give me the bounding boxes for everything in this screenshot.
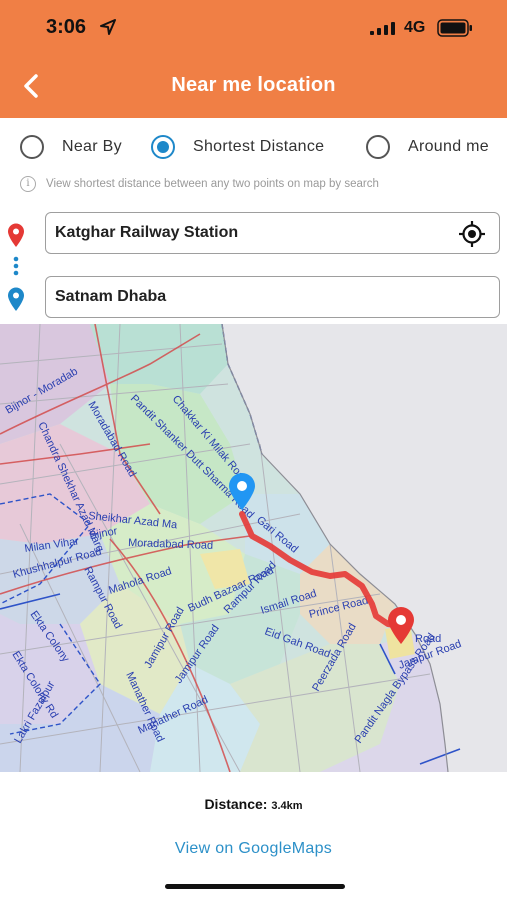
view-on-googlemaps-link[interactable]: View on GoogleMaps <box>0 840 507 858</box>
mode-label: Near By <box>62 138 122 155</box>
radio-shortest-distance[interactable] <box>151 135 175 159</box>
home-indicator <box>165 884 345 889</box>
map-label: Road <box>415 633 441 645</box>
distance-value: 3.4km <box>271 800 303 812</box>
cellular-signal-icon <box>370 22 395 35</box>
network-type: 4G <box>404 19 426 36</box>
destination-input[interactable]: Satnam Dhaba <box>45 276 500 318</box>
hint-text: View shortest distance between any two p… <box>46 178 379 190</box>
info-icon: i <box>20 176 36 192</box>
origin-value: Katghar Railway Station <box>55 224 239 241</box>
status-bar: 3:06 4G <box>0 0 507 56</box>
mode-shortest-distance[interactable]: Shortest Distance <box>151 132 324 162</box>
route-dots-icon <box>13 256 19 276</box>
destination-pin-icon <box>8 287 24 311</box>
route-map[interactable]: Bijnor - Moradab Moradabad Road Pandit S… <box>0 324 507 772</box>
battery-icon <box>437 19 472 37</box>
mode-label: Around me <box>408 138 489 155</box>
current-location-icon[interactable] <box>458 220 486 248</box>
origin-input[interactable]: Katghar Railway Station <box>45 212 500 254</box>
radio-around-me[interactable] <box>366 135 390 159</box>
status-time: 3:06 <box>46 16 87 38</box>
distance-readout: Distance: 3.4km <box>0 796 507 812</box>
app-header: 3:06 4G Near me location <box>0 0 507 118</box>
page-title: Near me location <box>171 74 336 96</box>
location-arrow-icon <box>100 19 116 35</box>
mode-selector: Near By Shortest Distance Around me <box>0 132 507 162</box>
map-canvas: Bijnor - Moradab Moradabad Road Pandit S… <box>0 324 507 772</box>
mode-around-me[interactable]: Around me <box>366 132 489 162</box>
info-hint: i View shortest distance between any two… <box>20 176 379 192</box>
origin-pin-icon <box>8 223 24 247</box>
radio-near-by[interactable] <box>20 135 44 159</box>
mode-near-by[interactable]: Near By <box>20 132 122 162</box>
distance-label: Distance: <box>204 796 268 812</box>
mode-label: Shortest Distance <box>193 138 325 155</box>
destination-value: Satnam Dhaba <box>55 288 167 305</box>
